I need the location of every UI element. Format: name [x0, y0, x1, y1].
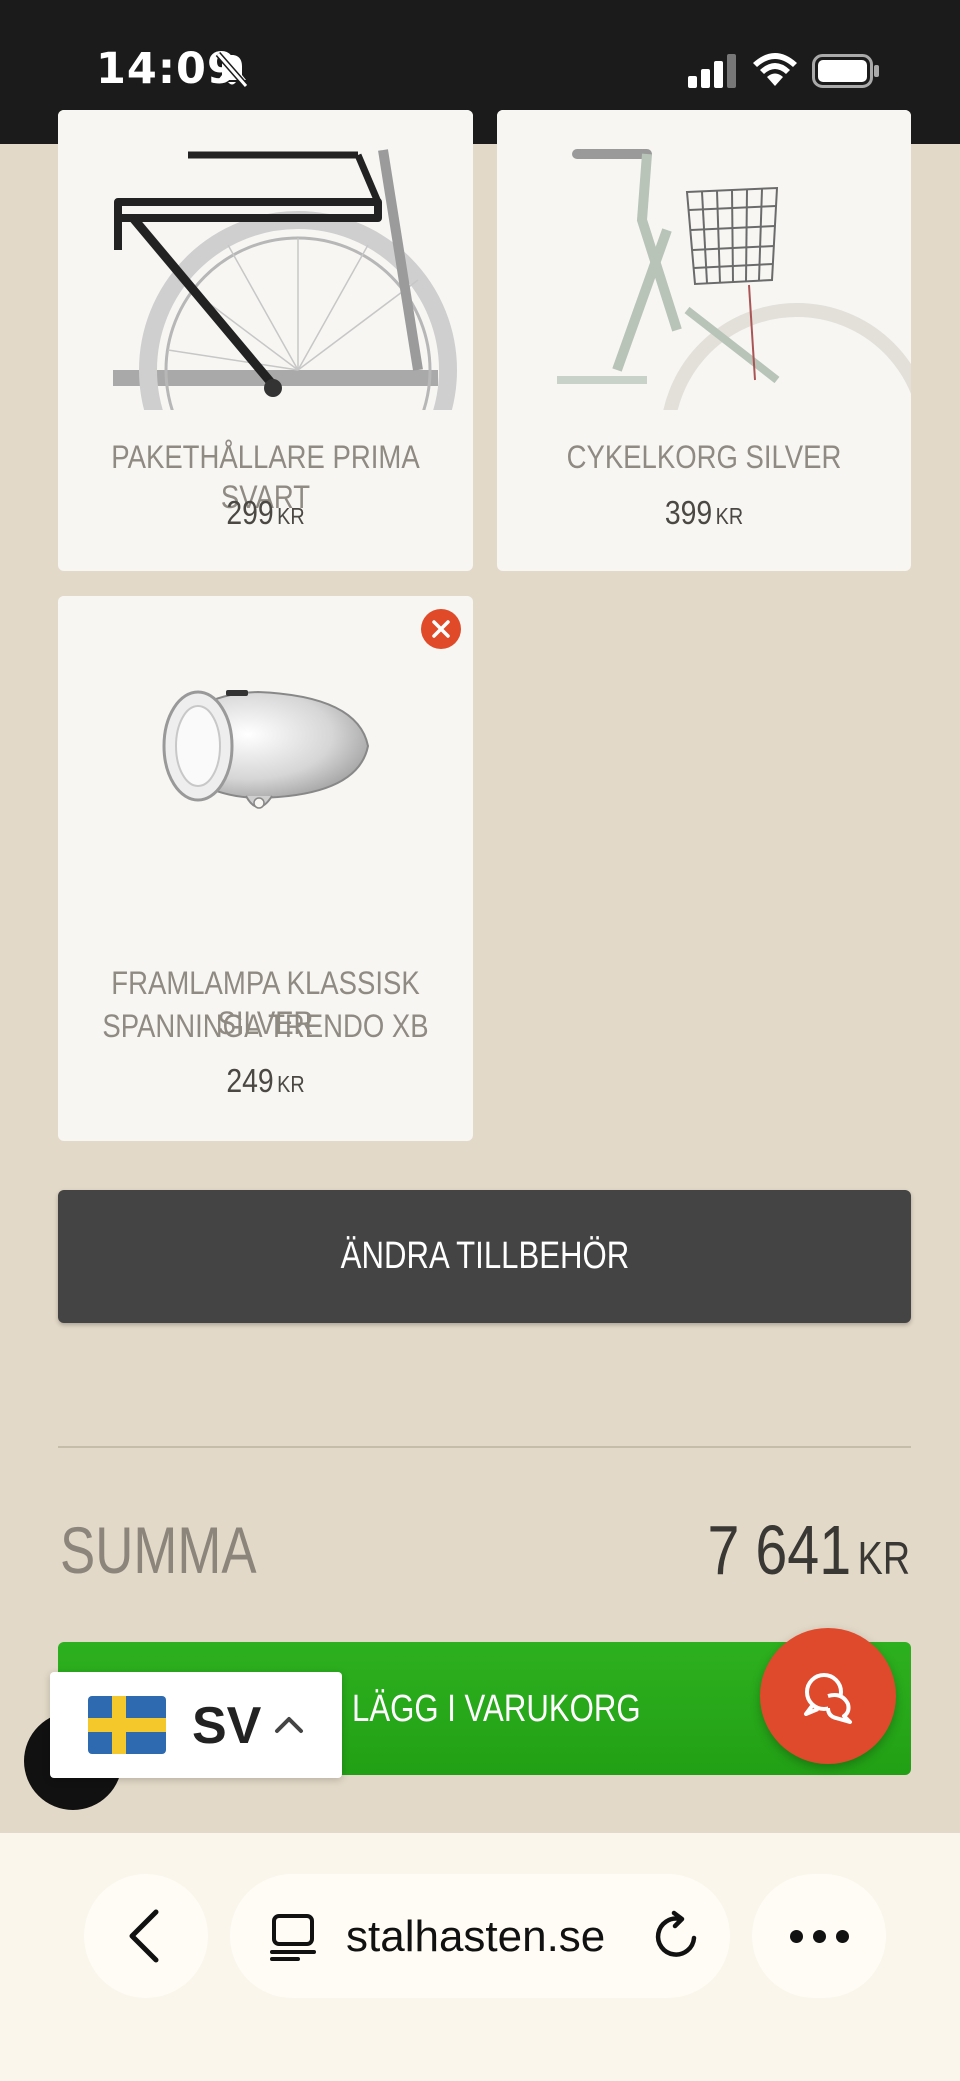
chevron-left-icon [129, 1909, 159, 1963]
back-button[interactable] [84, 1874, 208, 1998]
summary-amount: 7 641 KR [707, 1510, 910, 1590]
product-name: CYKELKORG SILVER [566, 439, 842, 475]
language-code: SV [192, 1697, 262, 1755]
more-dots-icon [790, 1930, 803, 1943]
remove-item-button[interactable] [421, 609, 461, 649]
product-image-rack [58, 110, 473, 410]
chat-button[interactable] [760, 1628, 896, 1764]
change-accessories-button[interactable]: ÄNDRA TILLBEHÖR [58, 1190, 911, 1323]
wifi-icon [753, 53, 797, 86]
summary-currency: KR [857, 1532, 910, 1584]
product-card-rack[interactable]: PAKETHÅLLARE PRIMA SVART 299 KR [58, 110, 473, 571]
summary-amount-value: 7 641 [707, 1511, 852, 1589]
bell-muted-icon [215, 52, 249, 88]
tabs-icon [270, 1914, 316, 1961]
price-value: 299 [226, 494, 274, 531]
reload-icon[interactable] [650, 1910, 702, 1962]
product-price: 299 KR [87, 494, 444, 532]
change-accessories-label: ÄNDRA TILLBEHÖR [340, 1235, 629, 1277]
more-options-button[interactable] [752, 1874, 886, 1998]
product-price: 399 KR [526, 494, 882, 532]
product-image-lamp [58, 596, 473, 896]
divider [58, 1446, 911, 1448]
language-switcher[interactable]: SV [50, 1672, 342, 1778]
battery-icon [812, 54, 879, 88]
product-card-lamp[interactable]: FRAMLAMPA KLASSISK SILVER SPANNINGA TREN… [58, 596, 473, 1141]
more-dot [836, 1930, 849, 1943]
price-value: 399 [664, 494, 713, 531]
price-currency: KR [277, 1071, 305, 1097]
chat-bubbles-icon [804, 1673, 852, 1724]
product-card-basket[interactable]: CYKELKORG SILVER 399 KR [497, 110, 911, 571]
chevron-up-icon [275, 1717, 303, 1733]
url-text: stalhasten.se [346, 1912, 606, 1961]
price-currency: KR [277, 503, 305, 529]
close-icon [432, 620, 450, 638]
summary-label: SUMMA [60, 1513, 257, 1587]
sweden-flag-icon [88, 1696, 166, 1754]
price-currency: KR [715, 503, 744, 529]
product-name-line2: SPANNINGA TRENDO XB [102, 1008, 429, 1044]
more-dot [813, 1930, 826, 1943]
signal-icon [688, 54, 736, 88]
price-value: 249 [226, 1062, 274, 1099]
address-bar[interactable]: stalhasten.se [230, 1874, 730, 1998]
product-price: 249 KR [87, 1062, 444, 1100]
add-to-cart-label: LÄGG I VARUKORG [352, 1688, 641, 1730]
product-image-basket [497, 110, 911, 410]
